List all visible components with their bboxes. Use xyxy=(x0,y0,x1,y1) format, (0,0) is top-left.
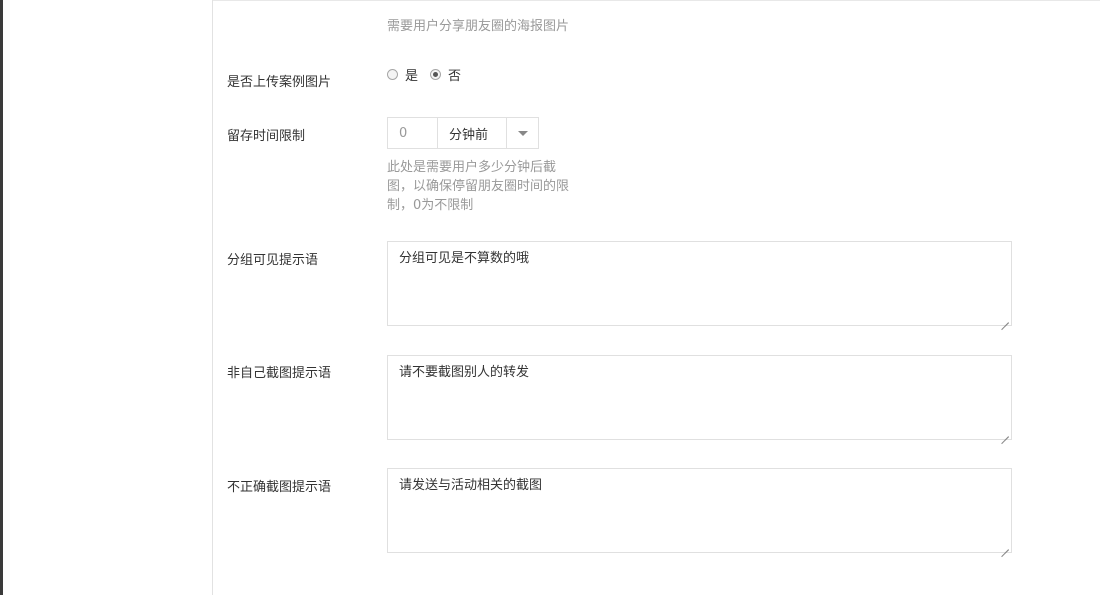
retention-label: 留存时间限制 xyxy=(227,129,306,144)
incorrect-screenshot-prompt-textarea[interactable]: 请发送与活动相关的截图 xyxy=(388,469,1011,552)
retention-help-line-1: 此处是需要用户多少分钟后截 xyxy=(387,160,557,175)
radio-option-yes[interactable]: 是 xyxy=(387,65,418,84)
radio-yes-label: 是 xyxy=(405,68,419,84)
group-visible-prompt-box: 分组可见是不算数的哦 xyxy=(387,241,1012,326)
group-visible-prompt-textarea[interactable]: 分组可见是不算数的哦 xyxy=(388,242,1011,325)
radio-yes-circle[interactable] xyxy=(387,68,398,80)
resize-grip-icon[interactable] xyxy=(1001,429,1010,438)
upload-case-label: 是否上传案例图片 xyxy=(227,75,332,90)
retention-minutes-input[interactable] xyxy=(388,118,438,148)
radio-no-label: 否 xyxy=(448,68,462,84)
retention-help-text: 此处是需要用户多少分钟后截 图，以确保停留朋友圈时间的限 制，0为不限制 xyxy=(387,158,587,215)
caret-down-icon xyxy=(517,130,528,136)
retention-help-line-3: 制，0为不限制 xyxy=(387,198,474,213)
not-self-screenshot-prompt-box: 请不要截图别人的转发 xyxy=(387,355,1012,440)
radio-no-circle[interactable] xyxy=(430,68,442,80)
not-self-screenshot-prompt-label: 非自己截图提示语 xyxy=(227,366,332,381)
upload-case-radio-group: 是 否 xyxy=(387,65,473,84)
retention-unit-dropdown-button[interactable] xyxy=(507,118,538,148)
retention-input-group: 分钟前 xyxy=(387,117,539,149)
incorrect-screenshot-prompt-label: 不正确截图提示语 xyxy=(227,480,332,495)
not-self-screenshot-prompt-textarea[interactable]: 请不要截图别人的转发 xyxy=(388,356,1011,439)
group-visible-prompt-label: 分组可见提示语 xyxy=(227,253,319,268)
radio-option-no[interactable]: 否 xyxy=(430,65,461,84)
resize-grip-icon[interactable] xyxy=(1001,542,1010,551)
retention-unit-select[interactable]: 分钟前 xyxy=(438,118,507,148)
retention-help-line-2: 图，以确保停留朋友圈时间的限 xyxy=(387,179,570,194)
incorrect-screenshot-prompt-box: 请发送与活动相关的截图 xyxy=(387,468,1012,553)
poster-help-text: 需要用户分享朋友圈的海报图片 xyxy=(387,19,570,34)
settings-form: 需要用户分享朋友圈的海报图片 是否上传案例图片 是 否 留存时间限制 分钟前 此… xyxy=(0,0,1100,595)
resize-grip-icon[interactable] xyxy=(1001,315,1010,324)
